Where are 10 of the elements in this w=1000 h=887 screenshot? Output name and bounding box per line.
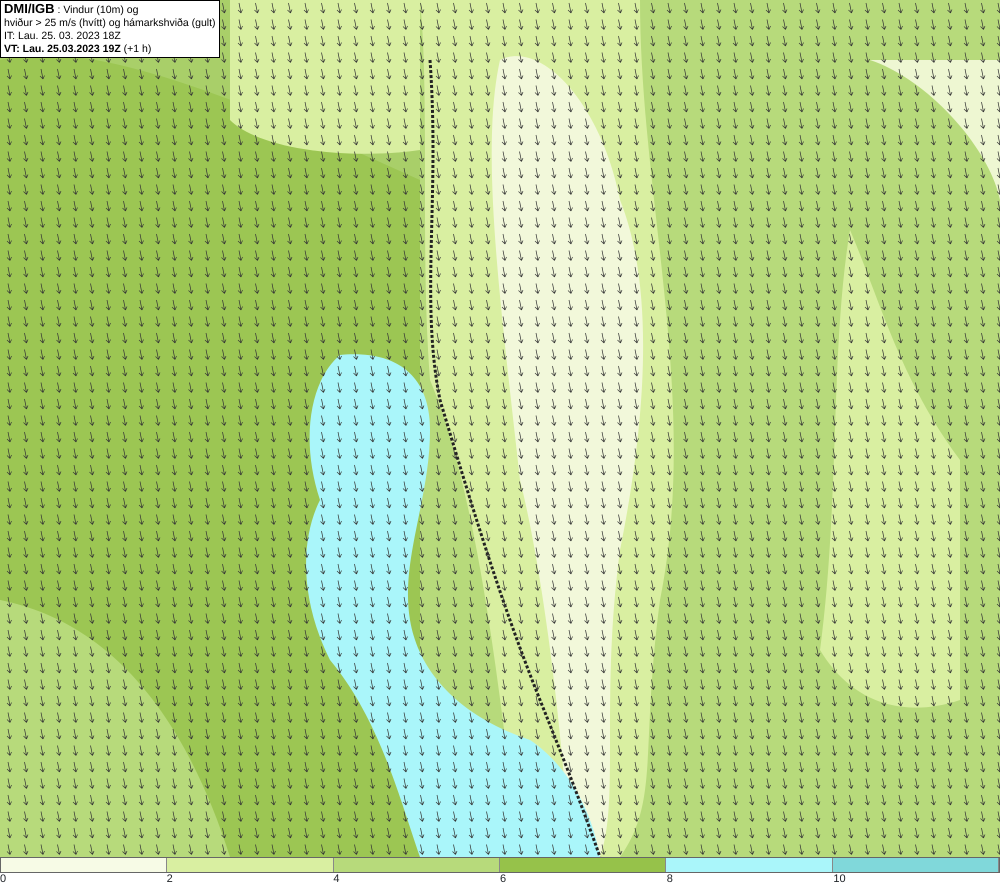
- caption-line: IT: Lau. 25. 03. 2023 18Z: [4, 30, 122, 43]
- legend-label: 4: [333, 873, 340, 885]
- caption-line: VT: Lau. 25.03.2023 19Z (+1 h): [4, 43, 152, 56]
- caption-line: DMI/IGB : Vindur (10m) og: [4, 2, 140, 17]
- legend-label: 6: [500, 873, 506, 885]
- legend-label: 8: [666, 873, 673, 885]
- legend-label: 2: [166, 873, 173, 885]
- legend-label: 0: [0, 873, 6, 885]
- caption-line: hviður > 25 m/s (hvítt) og hámarkshviða (gult): [4, 17, 216, 30]
- legend-label: 10: [833, 873, 846, 885]
